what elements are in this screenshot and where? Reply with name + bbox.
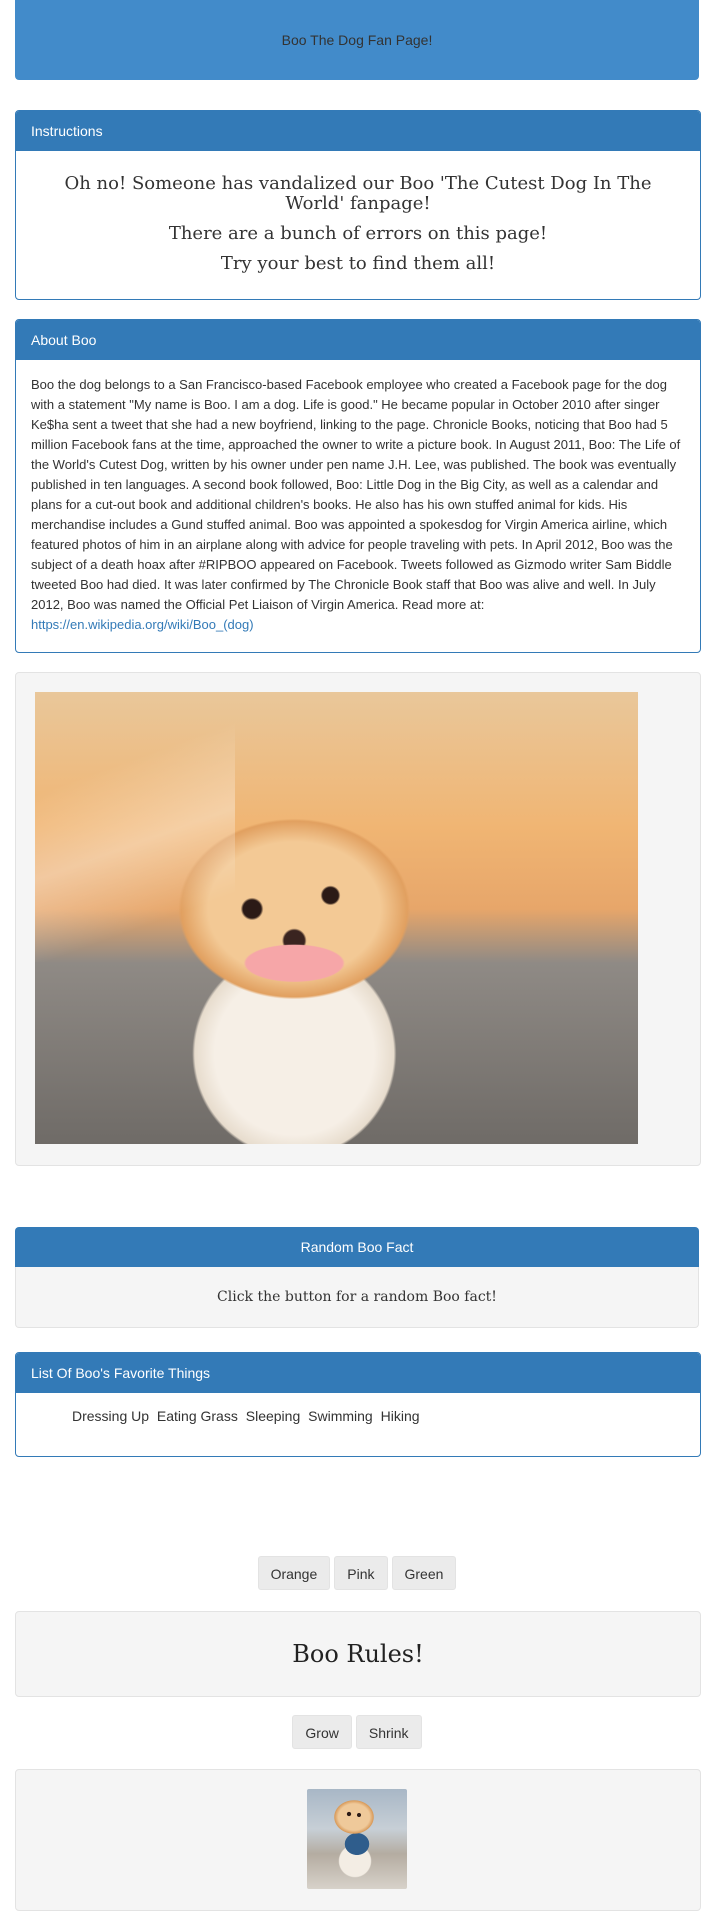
favorites-panel: List Of Boo's Favorite Things Dressing U… [15, 1352, 701, 1457]
color-button-group: Orange Pink Green [0, 1556, 714, 1590]
list-item: Hiking [380, 1408, 420, 1424]
instructions-line-2: There are a bunch of errors on this page… [168, 223, 548, 244]
random-fact-button[interactable]: Random Boo Fact [15, 1227, 699, 1267]
about-heading: About Boo [16, 320, 700, 360]
orange-button[interactable]: Orange [257, 1556, 331, 1590]
list-item: Sleeping [245, 1408, 301, 1424]
about-text: Boo the dog belongs to a San Francisco-b… [31, 377, 681, 612]
boo-photo [35, 692, 638, 1144]
about-panel: About Boo Boo the dog belongs to a San F… [15, 319, 701, 653]
instructions-panel: Instructions Oh no! Someone has vandaliz… [15, 110, 701, 300]
small-photo-well [15, 1769, 701, 1911]
favorites-list: Dressing Up Eating Grass Sleeping Swimmi… [16, 1393, 700, 1424]
boo-rules-well: Boo Rules! [15, 1611, 701, 1697]
favorites-heading: List Of Boo's Favorite Things [16, 1353, 700, 1393]
pink-button[interactable]: Pink [334, 1556, 388, 1590]
list-item: Dressing Up [72, 1408, 150, 1424]
grow-button[interactable]: Grow [292, 1715, 352, 1749]
boo-rules-text: Boo Rules! [292, 1640, 424, 1668]
shrink-button[interactable]: Shrink [355, 1715, 422, 1749]
instructions-line-1: Oh no! Someone has vandalized our Boo 'T… [64, 173, 652, 214]
photo-well [15, 672, 701, 1166]
wikipedia-link[interactable]: https://en.wikipedia.org/wiki/Boo_(dog) [31, 617, 254, 632]
page-title: Boo The Dog Fan Page! [281, 32, 433, 48]
about-body: Boo the dog belongs to a San Francisco-b… [16, 360, 700, 650]
size-button-group: Grow Shrink [0, 1715, 714, 1749]
list-item: Eating Grass [156, 1408, 238, 1424]
green-button[interactable]: Green [391, 1556, 457, 1590]
page-header: Boo The Dog Fan Page! [15, 0, 699, 80]
list-item: Swimming [308, 1408, 373, 1424]
random-fact-text: Click the button for a random Boo fact! [15, 1267, 699, 1328]
instructions-body: Oh no! Someone has vandalized our Boo 'T… [16, 151, 700, 275]
instructions-line-3: Try your best to find them all! [220, 253, 496, 274]
random-fact-panel: Random Boo Fact Click the button for a r… [15, 1227, 699, 1329]
instructions-heading: Instructions [16, 111, 700, 151]
boo-small-photo [307, 1789, 407, 1889]
